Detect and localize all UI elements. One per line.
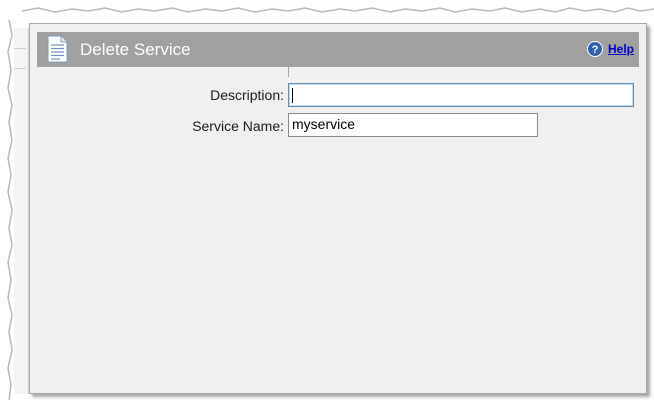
panel-titlebar: Delete Service ? Help <box>37 32 639 67</box>
delete-service-panel: Delete Service ? Help Description: Servi… <box>29 23 647 394</box>
document-icon <box>47 35 68 63</box>
service-name-field[interactable]: myservice <box>288 113 538 137</box>
left-side-strip <box>14 28 29 394</box>
screenshot-frame: Delete Service ? Help Description: Servi… <box>0 0 654 402</box>
page-title: Delete Service <box>80 40 191 59</box>
title-divider-notch <box>288 67 289 77</box>
description-field[interactable] <box>288 83 634 107</box>
service-name-label: Service Name: <box>192 118 284 134</box>
help-link[interactable]: Help <box>608 42 634 56</box>
torn-edge-top <box>0 0 654 13</box>
text-caret <box>292 88 293 103</box>
description-label: Description: <box>210 87 284 103</box>
svg-text:?: ? <box>592 44 599 56</box>
help-icon[interactable]: ? <box>587 41 603 57</box>
service-name-value: myservice <box>292 116 356 132</box>
